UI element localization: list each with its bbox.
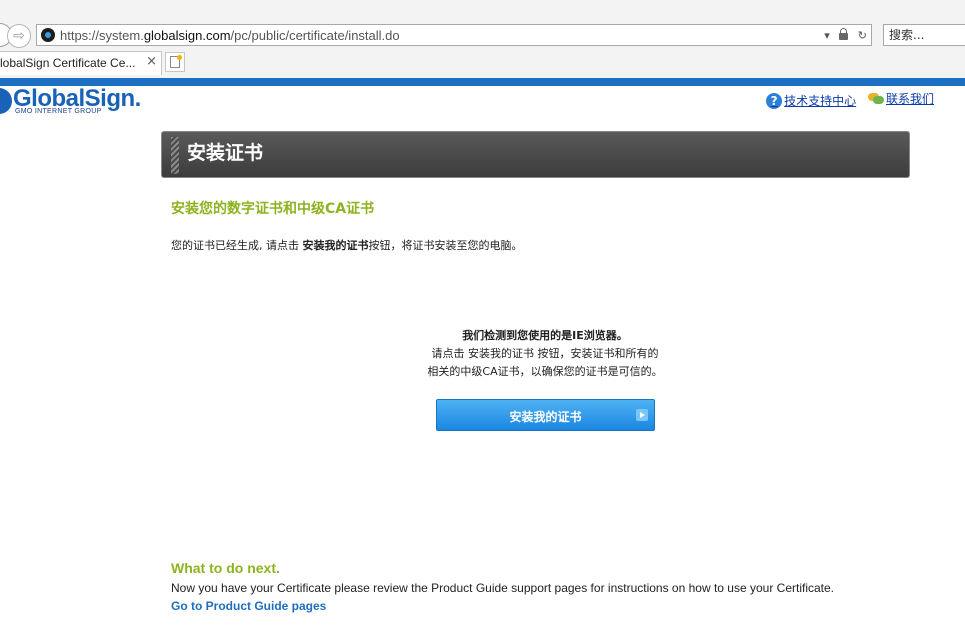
ie-notice-line2: 请点击 安装我的证书 按钮，安装证书和所有的 xyxy=(431,347,659,360)
lock-icon[interactable] xyxy=(839,28,849,40)
browser-toolbar: ⇨ https://system.globalsign.com/pc/publi… xyxy=(0,0,965,48)
ie-notice-line1: 我们检测到您使用的是IE浏览器。 xyxy=(462,329,628,342)
close-icon[interactable]: × xyxy=(146,54,157,70)
tab-label: lobalSign Certificate Ce... xyxy=(0,56,136,70)
contact-link[interactable]: 联系我们 xyxy=(867,90,934,107)
help-icon: ? xyxy=(766,92,783,109)
site-icon xyxy=(41,28,55,42)
intro-after: 按钮，将证书安装至您的电脑。 xyxy=(368,239,523,252)
tab-bar: lobalSign Certificate Ce... × xyxy=(0,48,965,78)
product-guide-link[interactable]: Go to Product Guide pages xyxy=(171,599,326,613)
chat-icon xyxy=(867,92,884,105)
support-link[interactable]: ? 技术支持中心 xyxy=(766,92,856,109)
contact-link-label: 联系我们 xyxy=(885,92,934,106)
new-tab-button[interactable] xyxy=(165,52,185,72)
search-input[interactable]: 搜索... xyxy=(883,24,965,46)
section-title: 安装您的数字证书和中级CA证书 xyxy=(171,201,375,217)
url-path: /pc/public/certificate/install.do xyxy=(230,28,400,43)
globalsign-logo[interactable]: GlobalSign. GMO INTERNET GROUP xyxy=(0,85,158,120)
support-link-label: 技术支持中心 xyxy=(784,94,857,108)
install-certificate-button[interactable]: 安装我的证书 xyxy=(436,399,655,431)
forward-button[interactable]: ⇨ xyxy=(7,24,31,48)
address-tools: ▾ ↻ xyxy=(818,27,867,44)
next-steps-title: What to do next. xyxy=(171,560,280,576)
intro-before: 您的证书已经生成, 请点击 xyxy=(171,239,303,252)
dropdown-icon[interactable]: ▾ xyxy=(824,27,830,44)
url-text[interactable]: https://system.globalsign.com/pc/public/… xyxy=(60,27,400,44)
next-steps-text: Now you have your Certificate please rev… xyxy=(171,581,835,595)
logo-mark-icon xyxy=(0,88,12,114)
ie-notice-line3: 相关的中级CA证书，以确保您的证书是可信的。 xyxy=(427,365,663,378)
ie-notice: 我们检测到您使用的是IE浏览器。 请点击 安装我的证书 按钮，安装证书和所有的 … xyxy=(380,327,710,381)
install-button-label: 安装我的证书 xyxy=(509,410,582,424)
url-host: globalsign.com xyxy=(143,28,231,43)
refresh-icon[interactable]: ↻ xyxy=(858,27,867,44)
address-bar[interactable]: https://system.globalsign.com/pc/public/… xyxy=(36,24,872,46)
arrow-right-icon xyxy=(636,409,648,421)
logo-subtitle: GMO INTERNET GROUP xyxy=(15,108,102,115)
url-prefix: https://system. xyxy=(60,28,144,43)
top-links: ? 技术支持中心 联系我们 xyxy=(758,90,934,109)
intro-text: 您的证书已经生成, 请点击 安装我的证书按钮，将证书安装至您的电脑。 xyxy=(171,237,523,253)
tab-globalsign[interactable]: lobalSign Certificate Ce... × xyxy=(0,51,162,75)
intro-bold: 安装我的证书 xyxy=(302,239,369,252)
page-title-banner: 安装证书 xyxy=(161,131,910,178)
header-strip xyxy=(0,78,965,86)
banner-stripe xyxy=(171,137,179,174)
page-title: 安装证书 xyxy=(187,142,264,164)
